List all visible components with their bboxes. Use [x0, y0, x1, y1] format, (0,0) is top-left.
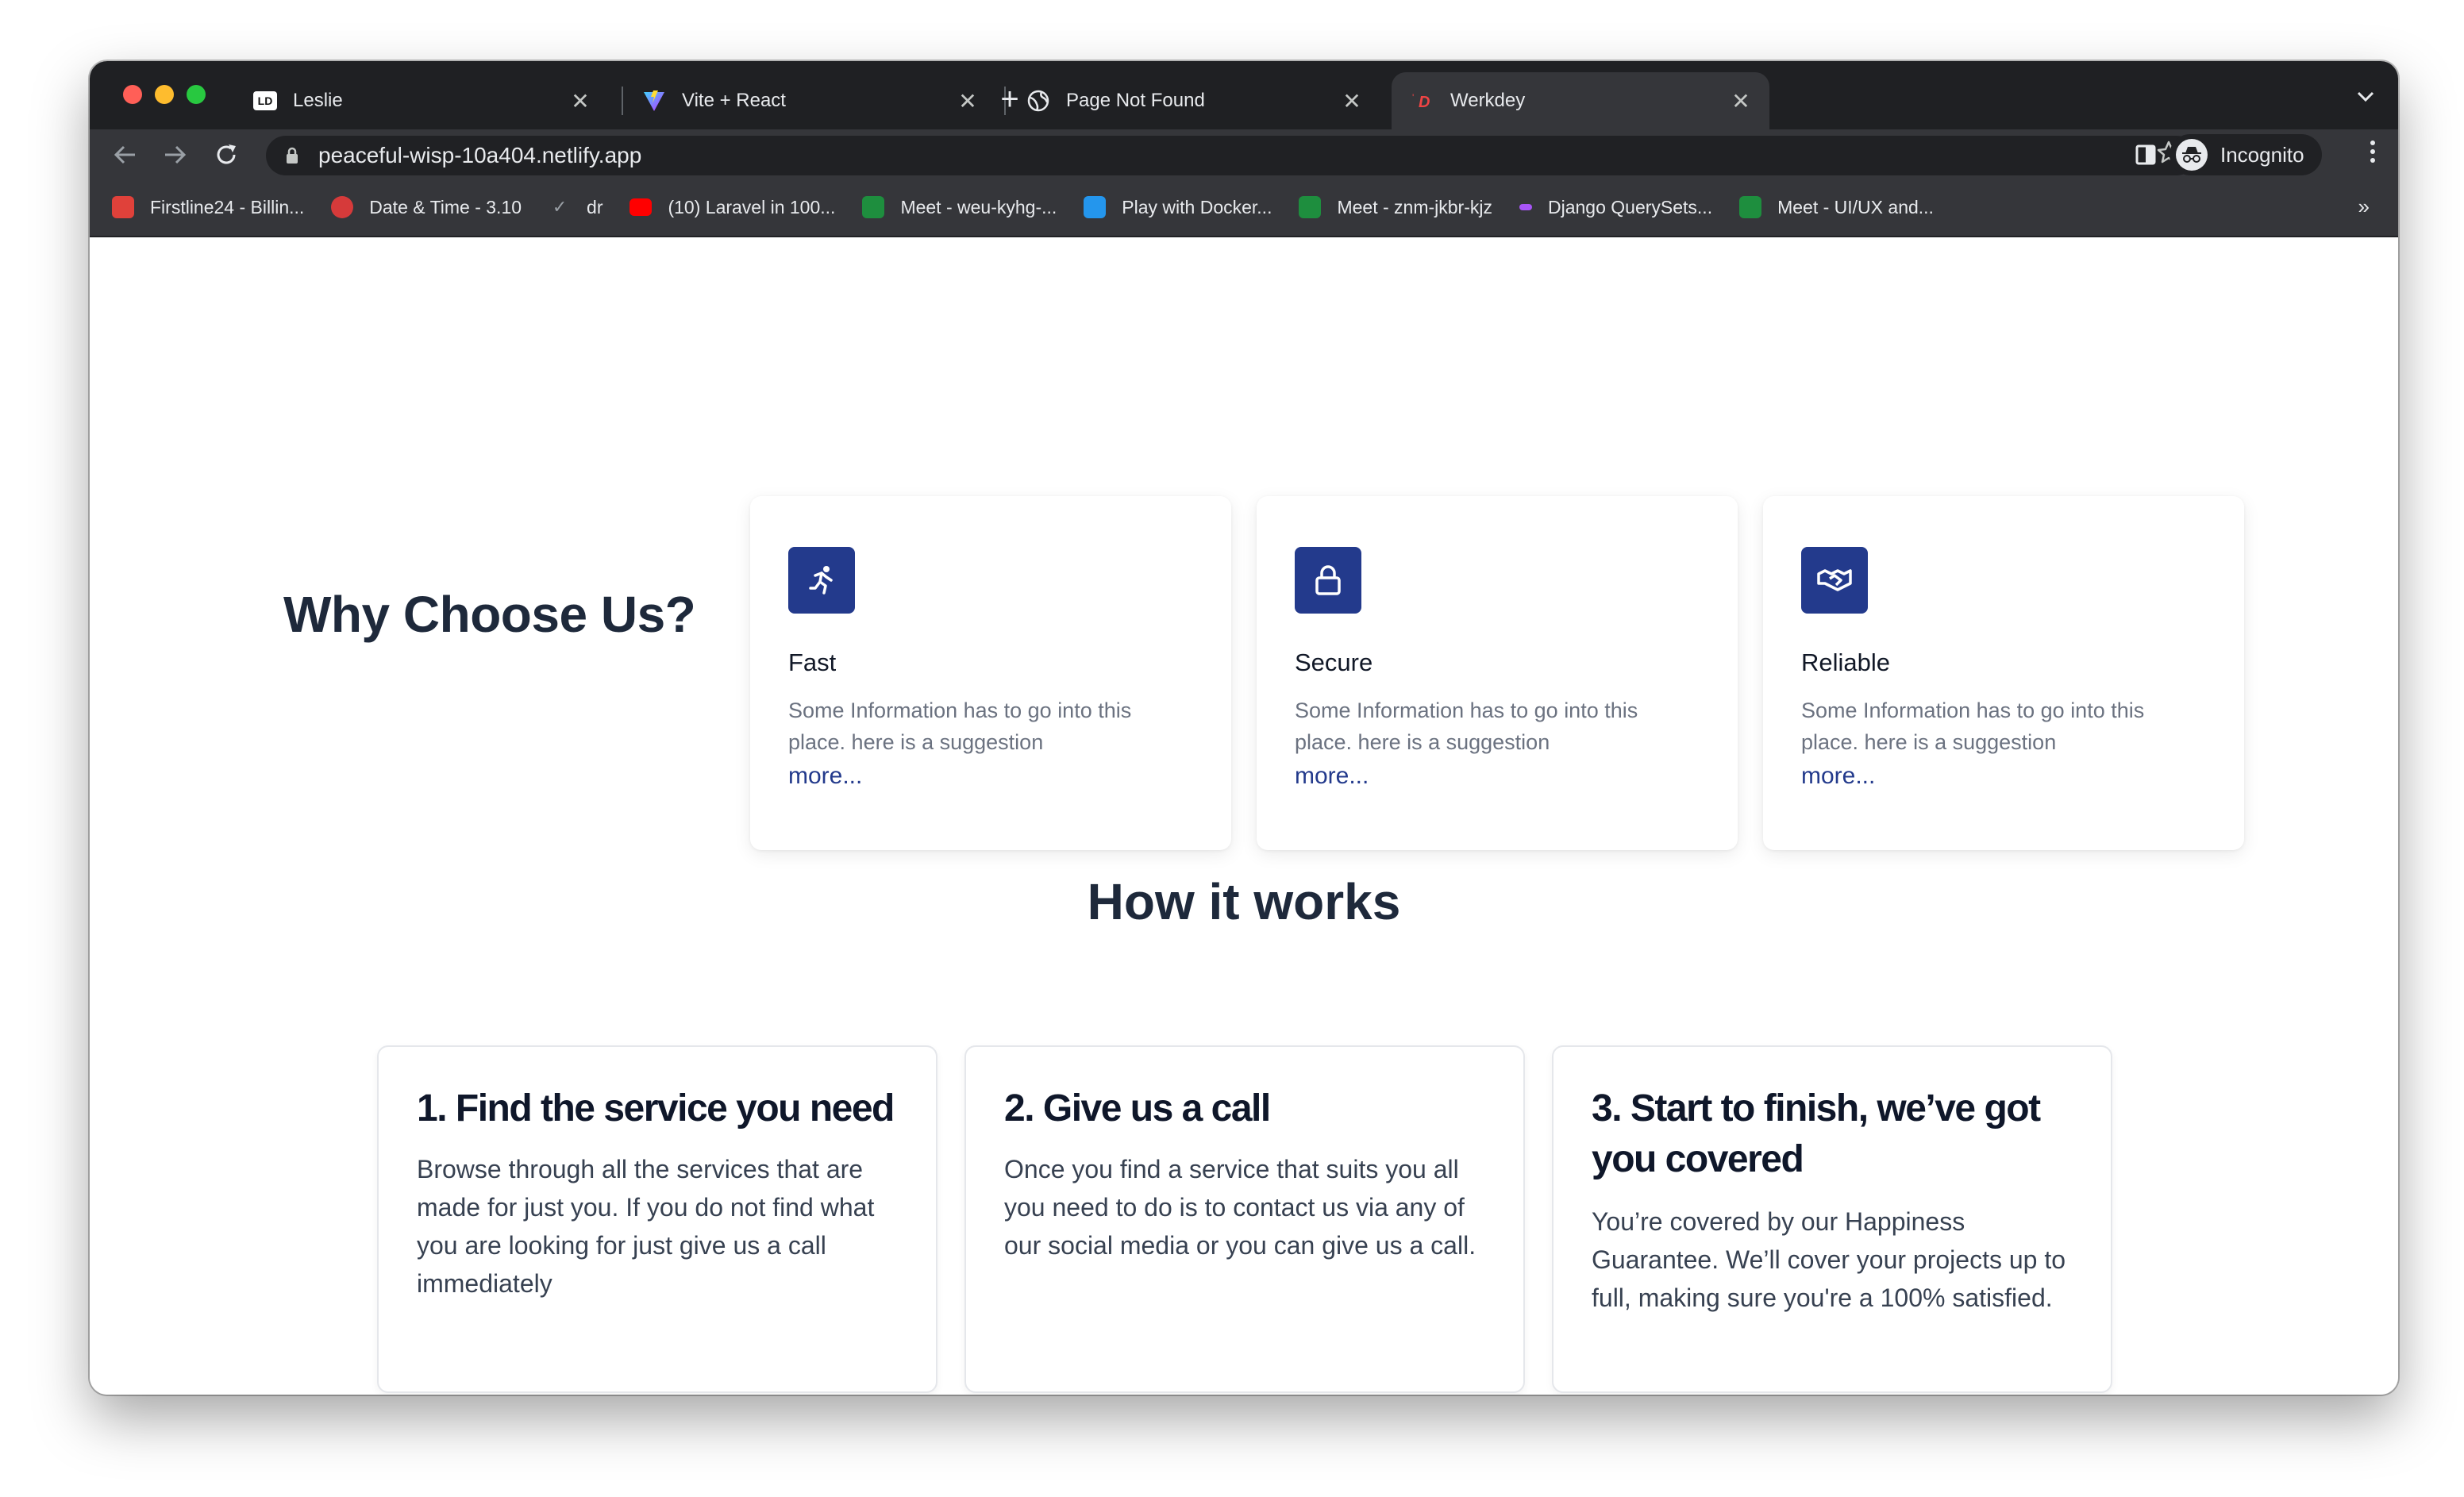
- tab-title: Leslie: [293, 90, 343, 111]
- bookmark-item[interactable]: Meet - UI/UX and...: [1739, 196, 1934, 218]
- step-description: Once you find a service that suits you a…: [1004, 1155, 1476, 1260]
- bookmark-item[interactable]: Meet - znm-jkbr-kjz: [1299, 196, 1492, 218]
- globe-icon: [1026, 89, 1050, 113]
- bookmark-item[interactable]: ✓ dr: [549, 196, 603, 218]
- feature-description: Some Information has to go into this pla…: [1801, 698, 2145, 754]
- tab-leslie[interactable]: LD Leslie ✕: [234, 72, 609, 129]
- tab-close-icon[interactable]: ✕: [564, 88, 596, 114]
- step-title: 3. Start to finish, we’ve got you covere…: [1592, 1087, 2041, 1180]
- bookmarks-bar: Firstline24 - Billin... Date & Time - 3.…: [90, 179, 2398, 237]
- bookmark-favicon-icon: [331, 196, 354, 218]
- tab-close-icon[interactable]: ✕: [952, 88, 984, 114]
- docker-favicon-icon: [1084, 196, 1107, 218]
- forward-arrow-icon[interactable]: [158, 137, 193, 172]
- browser-window: LD Leslie ✕ Vite + React ✕ Page Not Foun…: [90, 61, 2398, 1395]
- meet-favicon-icon: [1739, 196, 1762, 218]
- bookmark-item[interactable]: Django QuerySets...: [1519, 197, 1712, 218]
- tab-close-icon[interactable]: ✕: [1725, 88, 1757, 114]
- step-description: You’re covered by our Happiness Guarante…: [1592, 1207, 2066, 1312]
- bookmark-item[interactable]: Play with Docker...: [1084, 196, 1272, 218]
- leslie-logo-icon: LD: [253, 89, 277, 113]
- tab-vite-react[interactable]: Vite + React ✕: [623, 72, 996, 129]
- feature-description: Some Information has to go into this pla…: [1295, 698, 1638, 754]
- new-tab-button[interactable]: +: [990, 80, 1030, 118]
- step-title: 1. Find the service you need: [417, 1087, 895, 1129]
- bookmark-label: Meet - znm-jkbr-kjz: [1337, 196, 1492, 217]
- how-it-works-heading: How it works: [1087, 873, 1401, 930]
- feature-title: Fast: [788, 648, 837, 676]
- bookmark-label: (10) Laravel in 100...: [668, 196, 836, 217]
- browser-toolbar: peaceful-wisp-10a404.netlify.app Incogni…: [90, 129, 2398, 179]
- step-card-3: 3. Start to finish, we’ve got you covere…: [1552, 1045, 2112, 1393]
- tab-page-not-found[interactable]: Page Not Found ✕: [1007, 72, 1380, 129]
- feature-card-reliable: Reliable Some Information has to go into…: [1763, 496, 2244, 850]
- tab-strip: LD Leslie ✕ Vite + React ✕ Page Not Foun…: [90, 61, 2398, 129]
- lock-icon: [1295, 547, 1361, 614]
- bookmarks-overflow-button[interactable]: »: [2358, 194, 2370, 219]
- tab-title: Vite + React: [682, 90, 786, 111]
- more-menu-icon[interactable]: [2370, 139, 2376, 171]
- step-card-1: 1. Find the service you need Browse thro…: [377, 1045, 937, 1393]
- incognito-icon: [2176, 139, 2208, 171]
- bookmark-label: Firstline24 - Billin...: [150, 196, 305, 217]
- django-favicon-icon: [1519, 204, 1532, 210]
- bookmark-item[interactable]: Firstline24 - Billin...: [112, 196, 304, 218]
- profile-label: Incognito: [2220, 142, 2304, 167]
- bookmark-item[interactable]: Meet - weu-kyhg-...: [862, 196, 1057, 218]
- meet-favicon-icon: [1299, 196, 1322, 218]
- feature-card-fast: Fast Some Information has to go into thi…: [750, 496, 1231, 850]
- maximize-window-button[interactable]: [187, 85, 206, 104]
- url-text[interactable]: peaceful-wisp-10a404.netlify.app: [318, 143, 2157, 168]
- tab-search-chevron-icon[interactable]: [2357, 83, 2374, 108]
- meet-favicon-icon: [862, 196, 885, 218]
- feature-title: Reliable: [1801, 648, 1891, 676]
- incognito-profile-button[interactable]: Incognito: [2169, 134, 2322, 175]
- bookmark-item[interactable]: (10) Laravel in 100...: [629, 197, 835, 218]
- feature-description: Some Information has to go into this pla…: [788, 698, 1132, 754]
- bookmark-label: Play with Docker...: [1122, 196, 1272, 217]
- lock-icon[interactable]: [283, 147, 301, 164]
- handshake-icon: [1801, 547, 1868, 614]
- address-bar[interactable]: peaceful-wisp-10a404.netlify.app: [266, 136, 2196, 175]
- svg-text:': ': [1412, 92, 1414, 103]
- running-person-icon: [788, 547, 855, 614]
- step-card-2: 2. Give us a call Once you find a servic…: [964, 1045, 1525, 1393]
- step-title: 2. Give us a call: [1004, 1087, 1271, 1129]
- bookmark-label: Date & Time - 3.10: [369, 196, 522, 217]
- feature-more-link[interactable]: more...: [788, 763, 862, 790]
- back-arrow-icon[interactable]: [107, 137, 142, 172]
- reload-icon[interactable]: [209, 137, 244, 172]
- feature-title: Secure: [1295, 648, 1373, 676]
- close-window-button[interactable]: [123, 85, 142, 104]
- bookmark-label: dr: [587, 196, 603, 217]
- minimize-window-button[interactable]: [155, 85, 174, 104]
- tab-werkdey[interactable]: ' D Werkdey ✕: [1392, 72, 1769, 129]
- bookmark-label: Meet - UI/UX and...: [1777, 196, 1934, 217]
- feature-more-link[interactable]: more...: [1295, 763, 1369, 790]
- side-panel-icon[interactable]: [2130, 139, 2162, 171]
- page-content: Why Choose Us? Fast Some Information has…: [90, 237, 2398, 1395]
- svg-text:D: D: [1419, 94, 1430, 110]
- tab-title: Page Not Found: [1066, 90, 1205, 111]
- svg-text:LD: LD: [258, 94, 273, 107]
- youtube-favicon-icon: [629, 198, 653, 216]
- feature-more-link[interactable]: more...: [1801, 763, 1875, 790]
- bookmark-item[interactable]: Date & Time - 3.10: [331, 196, 522, 218]
- tab-title: Werkdey: [1450, 90, 1526, 111]
- werkdey-logo-icon: ' D: [1411, 89, 1434, 113]
- bookmark-favicon-icon: [112, 196, 134, 218]
- checkmark-favicon-icon: ✓: [552, 197, 568, 217]
- why-choose-us-heading: Why Choose Us?: [283, 586, 696, 643]
- bookmark-label: Meet - weu-kyhg-...: [900, 196, 1057, 217]
- vite-logo-icon: [642, 89, 666, 113]
- step-description: Browse through all the services that are…: [417, 1155, 875, 1298]
- tab-close-icon[interactable]: ✕: [1336, 88, 1368, 114]
- feature-card-secure: Secure Some Information has to go into t…: [1257, 496, 1738, 850]
- bookmark-label: Django QuerySets...: [1547, 196, 1713, 217]
